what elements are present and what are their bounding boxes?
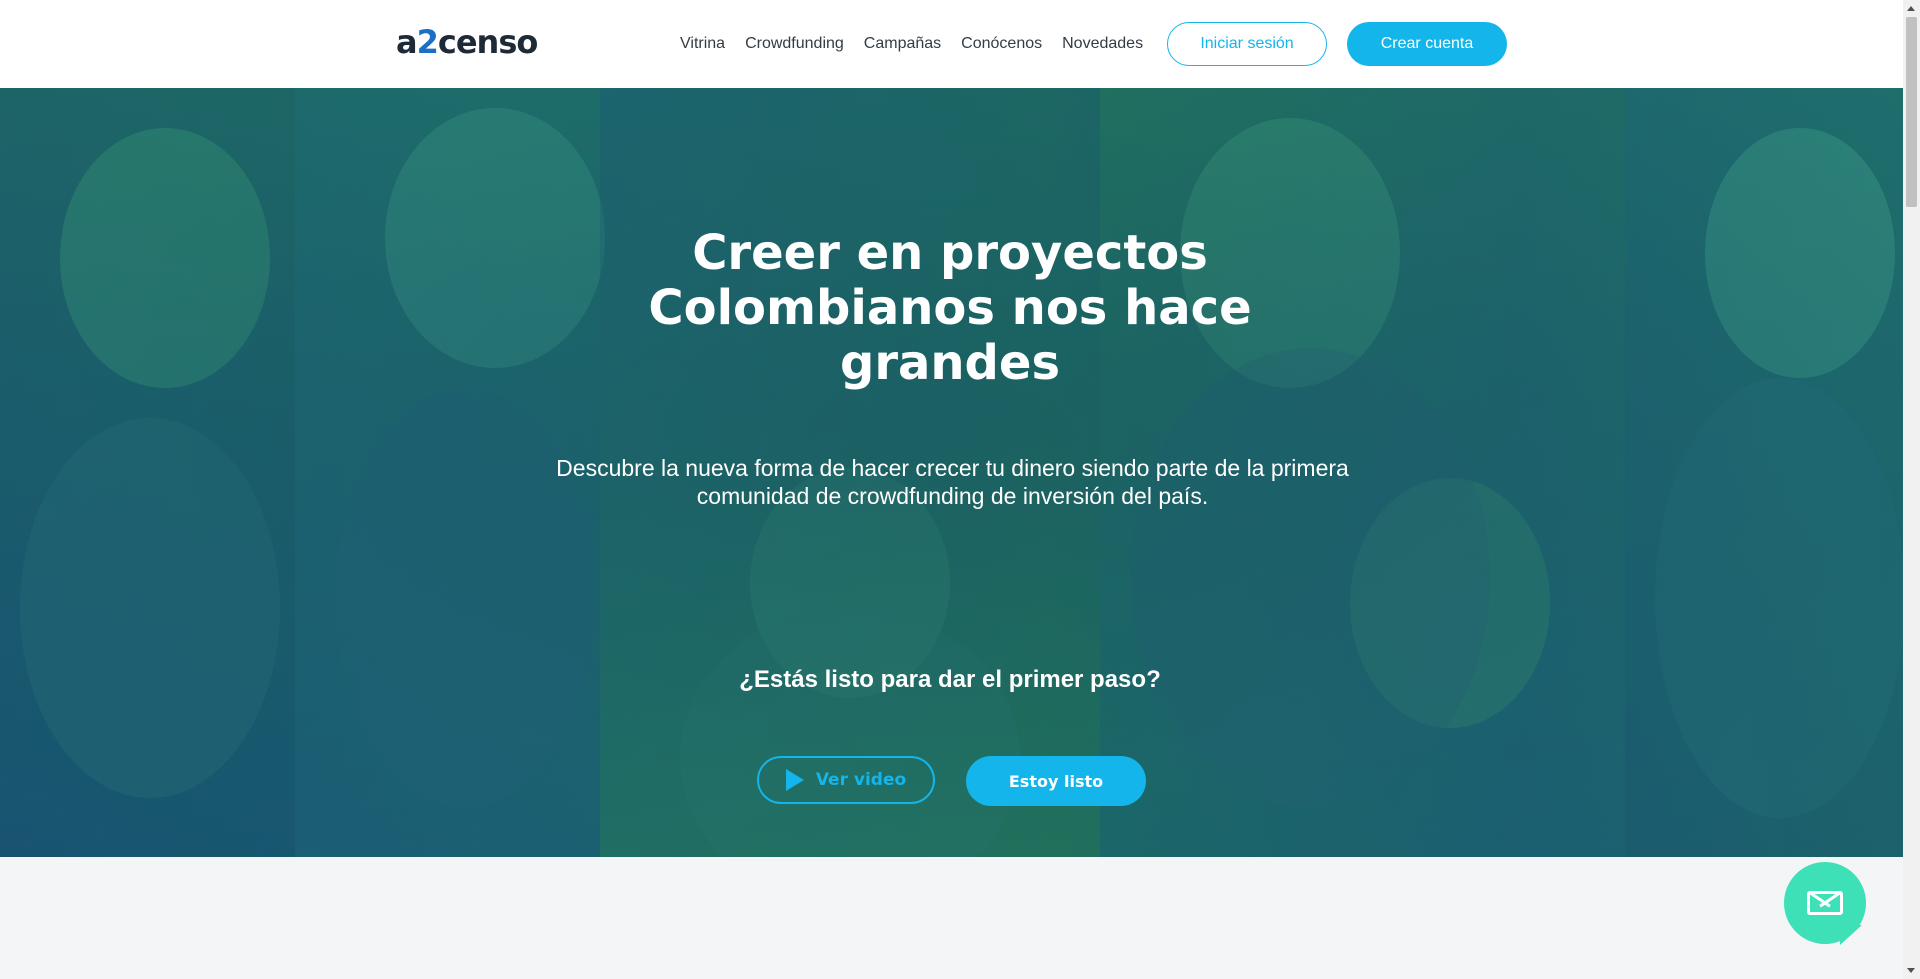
mail-icon: [1807, 891, 1843, 915]
logo-prefix: a: [396, 23, 418, 61]
login-button[interactable]: Iniciar sesión: [1167, 22, 1327, 66]
nav-item-novedades[interactable]: Novedades: [1062, 35, 1143, 53]
play-icon: [785, 769, 804, 791]
hero-question: ¿Estás listo para dar el primer paso?: [739, 666, 1161, 693]
nav-item-conocenos[interactable]: Conócenos: [961, 35, 1042, 53]
site-header: a2censo Vitrina Crowdfunding Campañas Co…: [0, 0, 1903, 88]
watch-video-label: Ver video: [815, 770, 907, 790]
scrollbar-thumb[interactable]: [1906, 17, 1917, 207]
register-button[interactable]: Crear cuenta: [1347, 22, 1507, 66]
scroll-up-arrow-icon[interactable]: [1907, 6, 1915, 11]
nav-item-vitrina[interactable]: Vitrina: [680, 35, 725, 53]
ready-button[interactable]: Estoy listo: [966, 756, 1146, 806]
main-nav: Vitrina Crowdfunding Campañas Conócenos …: [680, 0, 1163, 88]
watch-video-button[interactable]: Ver video: [757, 756, 935, 804]
hero-description: Descubre la nueva forma de hacer crecer …: [556, 455, 1349, 509]
chat-widget-button[interactable]: [1784, 862, 1866, 944]
hero-title: Creer en proyectos Colombianos nos hace …: [648, 225, 1252, 391]
logo-suffix: censo: [437, 23, 538, 61]
page-scrollbar[interactable]: [1903, 0, 1920, 979]
a2censo-logo[interactable]: a2censo: [396, 22, 538, 62]
scroll-down-arrow-icon[interactable]: [1907, 968, 1915, 973]
nav-item-campanas[interactable]: Campañas: [864, 35, 941, 53]
nav-item-crowdfunding[interactable]: Crowdfunding: [745, 35, 844, 53]
logo-two: 2: [416, 23, 439, 61]
hero-section: Creer en proyectos Colombianos nos hace …: [0, 88, 1903, 857]
